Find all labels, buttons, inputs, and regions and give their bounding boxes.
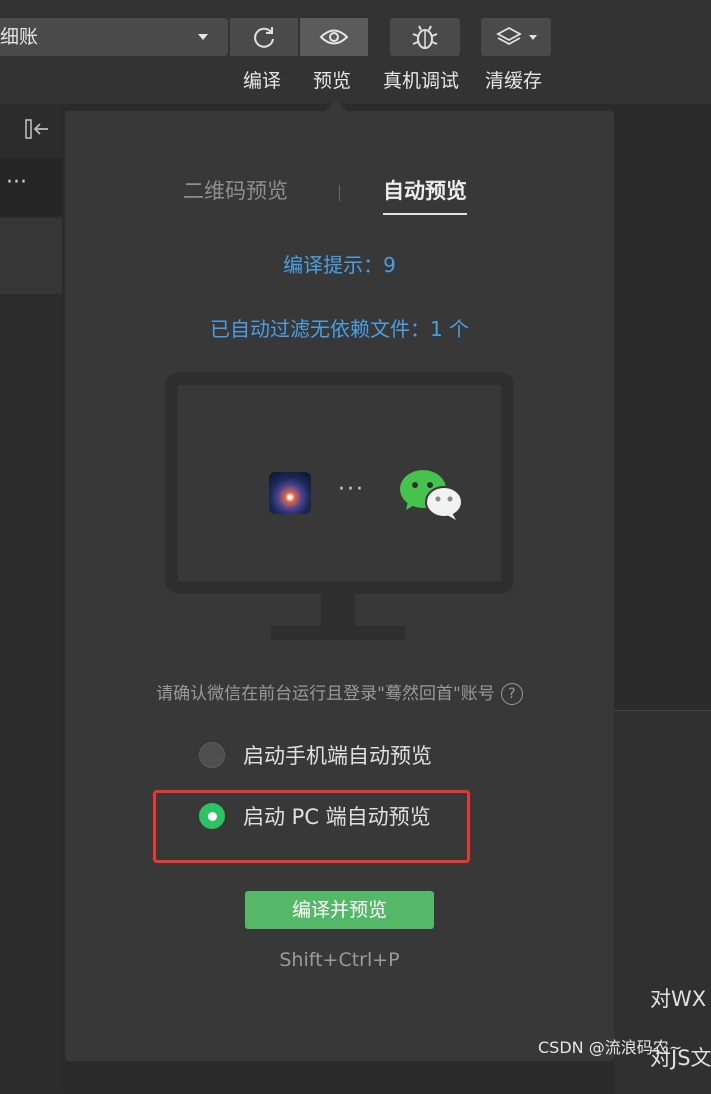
more-options-icon[interactable]: ···	[0, 158, 62, 216]
monitor-stand	[321, 594, 355, 628]
preview-tabs: 二维码预览 自动预览	[65, 175, 614, 215]
top-toolbar: 细账 编译 预览 真机调试 清缓存	[0, 0, 711, 104]
clear-cache-label: 清缓存	[485, 70, 543, 92]
compile-button[interactable]	[230, 18, 298, 56]
preview-popover: 二维码预览 自动预览 编译提示：9 已自动过滤无依赖文件：1 个 ··· 请确认…	[65, 111, 614, 1061]
tab-divider	[339, 185, 340, 201]
filter-notice-link[interactable]: 已自动过滤无依赖文件：1 个	[65, 313, 614, 342]
radio-mobile[interactable]	[199, 742, 225, 768]
eye-icon	[319, 29, 349, 45]
connection-dots: ···	[338, 477, 365, 502]
monitor-screen: ···	[178, 385, 501, 581]
compile-and-preview-button[interactable]: 编译并预览	[245, 891, 434, 929]
option-mobile-label: 启动手机端自动预览	[243, 744, 432, 768]
compile-label: 编译	[243, 70, 282, 92]
refresh-icon	[254, 27, 274, 48]
background-text-wxml: 对WX	[650, 987, 707, 1011]
confirm-login-text: 请确认微信在前台运行且登录"蓦然回首"账号?	[65, 679, 614, 705]
mode-select[interactable]: 细账	[0, 18, 228, 56]
wechat-icon	[400, 470, 463, 520]
preview-label: 预览	[313, 70, 352, 92]
compile-hint-link[interactable]: 编译提示：9	[65, 249, 614, 278]
tab-auto-preview[interactable]: 自动预览	[383, 175, 467, 215]
shortcut-hint: Shift+Ctrl+P	[279, 949, 400, 971]
chevron-down-icon	[198, 34, 208, 40]
monitor-base	[271, 626, 405, 640]
chevron-down-icon	[529, 34, 537, 40]
preview-button[interactable]	[300, 18, 368, 56]
collapse-left-icon[interactable]	[24, 118, 50, 140]
mode-select-value: 细账	[0, 26, 39, 48]
option-mobile-auto-preview[interactable]: 启动手机端自动预览	[199, 740, 432, 770]
app-avatar-icon	[269, 472, 311, 514]
annotation-highlight-box	[153, 790, 470, 863]
csdn-watermark: CSDN @流浪码农~	[538, 1038, 683, 1057]
real-device-debug-button[interactable]	[390, 18, 460, 56]
monitor-illustration: ···	[165, 372, 514, 594]
popover-arrow	[325, 100, 347, 111]
layers-icon	[496, 26, 522, 46]
help-icon[interactable]: ?	[500, 683, 523, 705]
tab-qrcode-preview[interactable]: 二维码预览	[183, 175, 288, 205]
confirm-text: 请确认微信在前台运行且登录"蓦然回首"账号	[156, 684, 495, 704]
bug-icon	[412, 25, 438, 49]
real-device-debug-label: 真机调试	[383, 70, 460, 92]
clear-cache-button[interactable]	[481, 18, 551, 56]
sidebar-item[interactable]	[0, 218, 62, 294]
